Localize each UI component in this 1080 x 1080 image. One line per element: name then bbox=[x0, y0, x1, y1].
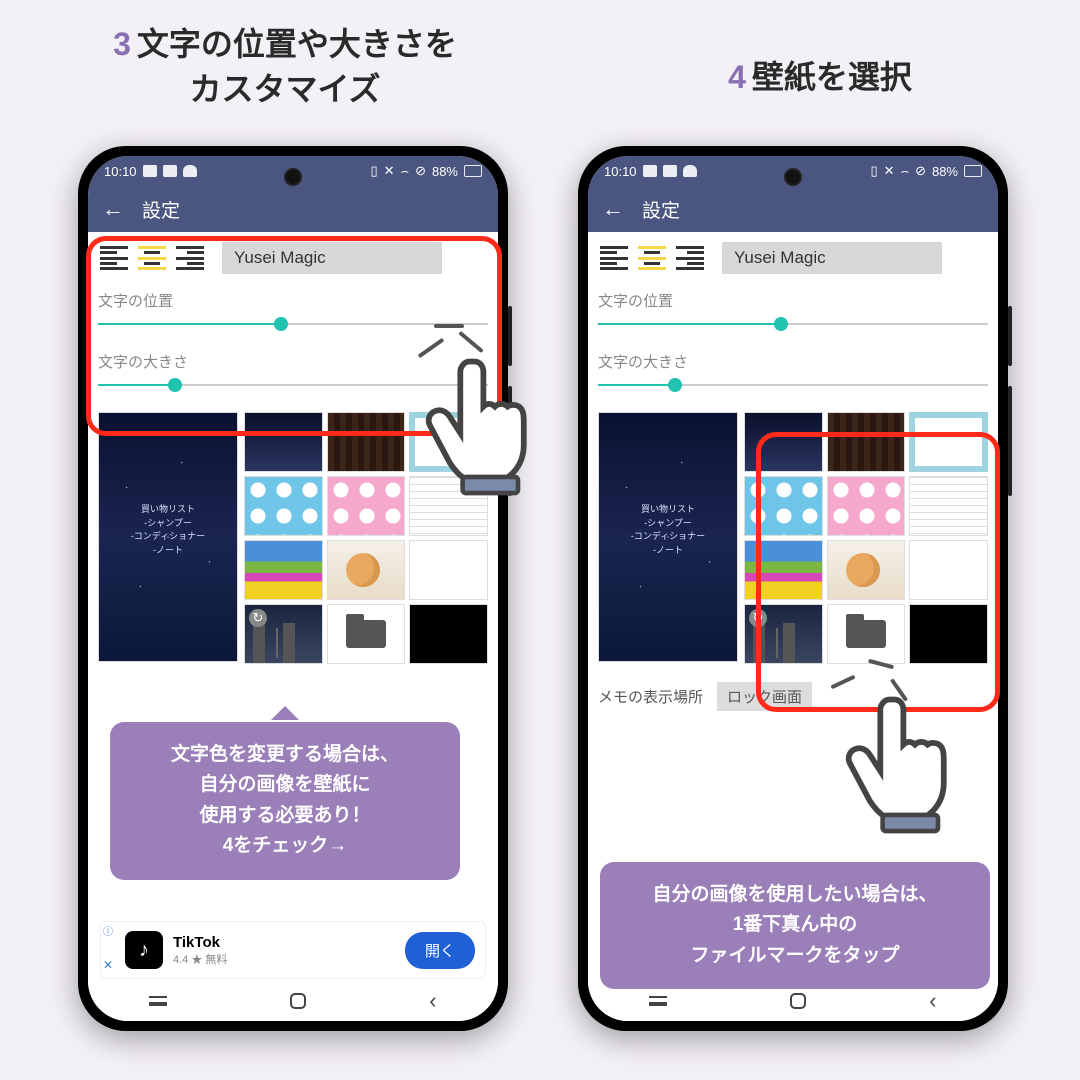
wallpaper-stars[interactable] bbox=[244, 412, 323, 472]
ad-close-icon[interactable]: ✕ bbox=[103, 958, 113, 972]
wallpaper-lines[interactable] bbox=[909, 476, 988, 536]
nav-home-icon[interactable] bbox=[290, 993, 306, 1009]
wallpaper-city[interactable]: ↻ bbox=[744, 604, 823, 664]
ad-app-name: TikTok bbox=[173, 934, 395, 951]
wallpaper-wood[interactable] bbox=[827, 412, 906, 472]
gallery-icon bbox=[143, 165, 157, 177]
wallpaper-wood[interactable] bbox=[327, 412, 406, 472]
folder-icon bbox=[846, 620, 886, 648]
nav-back-icon[interactable]: ‹ bbox=[429, 988, 436, 1014]
wallpaper-black[interactable] bbox=[909, 604, 988, 664]
wifi-icon: ⌢ bbox=[901, 163, 910, 179]
wallpaper-dots-pink[interactable] bbox=[327, 476, 406, 536]
wallpaper-cat[interactable] bbox=[827, 540, 906, 600]
position-label: 文字の位置 bbox=[598, 290, 988, 311]
nav-recent-icon[interactable] bbox=[649, 996, 667, 1006]
appbar-title: 設定 bbox=[642, 196, 680, 223]
mute-icon: ✕ bbox=[384, 163, 395, 179]
tap-spark bbox=[830, 652, 900, 722]
wallpaper-white[interactable] bbox=[909, 540, 988, 600]
vibrate-icon: ▯ bbox=[370, 163, 377, 179]
chat-icon bbox=[163, 165, 177, 177]
app-bar: ← 設定 bbox=[88, 186, 498, 232]
block-icon: ⊘ bbox=[415, 163, 426, 179]
wallpaper-black[interactable] bbox=[409, 604, 488, 664]
wallpaper-preview: 買い物リスト -シャンプー -コンディショナー -ノート bbox=[598, 412, 738, 662]
wallpaper-stars[interactable] bbox=[744, 412, 823, 472]
wifi-icon: ⌢ bbox=[401, 163, 410, 179]
align-right-icon[interactable] bbox=[176, 246, 204, 270]
nav-recent-icon[interactable] bbox=[149, 996, 167, 1006]
status-bar: 10:10 ▯✕⌢⊘88% bbox=[88, 156, 498, 186]
nav-home-icon[interactable] bbox=[790, 993, 806, 1009]
tiktok-icon: ♪ bbox=[125, 931, 163, 969]
wallpaper-dots-blue[interactable] bbox=[744, 476, 823, 536]
block-icon: ⊘ bbox=[915, 163, 926, 179]
mute-icon: ✕ bbox=[884, 163, 895, 179]
wallpaper-dots-pink[interactable] bbox=[827, 476, 906, 536]
step3-number: 3 bbox=[113, 26, 131, 62]
wallpaper-field[interactable] bbox=[744, 540, 823, 600]
speech-bubble-left: 文字色を変更する場合は、 自分の画像を壁紙に 使用する必要あり！ 4をチェック→ bbox=[110, 722, 460, 880]
position-slider[interactable] bbox=[598, 315, 988, 333]
vibrate-icon: ▯ bbox=[870, 163, 877, 179]
step3-title: 3文字の位置や大きさを カスタマイズ bbox=[70, 22, 500, 112]
android-navbar: ‹ bbox=[88, 981, 498, 1021]
wallpaper-grid: ↻ bbox=[744, 412, 988, 664]
position-label: 文字の位置 bbox=[98, 290, 488, 311]
back-icon[interactable]: ← bbox=[602, 196, 624, 222]
tap-spark bbox=[416, 316, 486, 386]
app-bar: ← 設定 bbox=[588, 186, 998, 232]
size-slider[interactable] bbox=[598, 376, 988, 394]
font-selector[interactable]: Yusei Magic bbox=[222, 242, 442, 274]
wallpaper-folder[interactable] bbox=[327, 604, 406, 664]
refresh-icon[interactable]: ↻ bbox=[749, 609, 767, 627]
wallpaper-cat[interactable] bbox=[327, 540, 406, 600]
ad-info-icon[interactable]: ⓘ bbox=[103, 928, 113, 938]
status-bar: 10:10 ▯✕⌢⊘88% bbox=[588, 156, 998, 186]
wallpaper-grid: ↻ bbox=[244, 412, 488, 664]
font-selector[interactable]: Yusei Magic bbox=[722, 242, 942, 274]
wallpaper-dots-blue[interactable] bbox=[244, 476, 323, 536]
gallery-icon bbox=[643, 165, 657, 177]
memo-location-label: メモの表示場所 bbox=[598, 686, 703, 707]
wallpaper-lines[interactable] bbox=[409, 476, 488, 536]
wallpaper-white[interactable] bbox=[409, 540, 488, 600]
memo-location-value[interactable]: ロック画面 bbox=[717, 682, 812, 711]
back-icon[interactable]: ← bbox=[102, 196, 124, 222]
wallpaper-lace[interactable] bbox=[409, 412, 488, 472]
step4-title: 4壁紙を選択 bbox=[620, 52, 1020, 98]
wallpaper-preview: 買い物リスト -シャンプー -コンディショナー -ノート bbox=[98, 412, 238, 662]
refresh-icon[interactable]: ↻ bbox=[249, 609, 267, 627]
align-left-icon[interactable] bbox=[100, 246, 128, 270]
wallpaper-city[interactable]: ↻ bbox=[244, 604, 323, 664]
ad-open-button[interactable]: 開く bbox=[405, 932, 475, 969]
wallpaper-field[interactable] bbox=[244, 540, 323, 600]
phone-left: 10:10 ▯✕⌢⊘88% ← 設定 Yusei Magic 文字の位置 文字の… bbox=[78, 146, 508, 1031]
align-left-icon[interactable] bbox=[600, 246, 628, 270]
cloud-icon bbox=[183, 165, 197, 177]
cloud-icon bbox=[683, 165, 697, 177]
speech-bubble-right: 自分の画像を使用したい場合は、 1番下真ん中の ファイルマークをタップ bbox=[600, 862, 990, 989]
chat-icon bbox=[663, 165, 677, 177]
size-label: 文字の大きさ bbox=[598, 351, 988, 372]
battery-icon bbox=[464, 165, 482, 177]
align-center-icon[interactable] bbox=[638, 246, 666, 270]
step4-number: 4 bbox=[728, 59, 746, 95]
align-right-icon[interactable] bbox=[676, 246, 704, 270]
ad-banner[interactable]: ⓘ ✕ ♪ TikTok 4.4 ★ 無料 開く bbox=[100, 921, 486, 979]
align-center-icon[interactable] bbox=[138, 246, 166, 270]
ad-rating: 4.4 ★ 無料 bbox=[173, 951, 395, 967]
folder-icon bbox=[346, 620, 386, 648]
wallpaper-lace[interactable] bbox=[909, 412, 988, 472]
appbar-title: 設定 bbox=[142, 196, 180, 223]
nav-back-icon[interactable]: ‹ bbox=[929, 988, 936, 1014]
battery-icon bbox=[964, 165, 982, 177]
